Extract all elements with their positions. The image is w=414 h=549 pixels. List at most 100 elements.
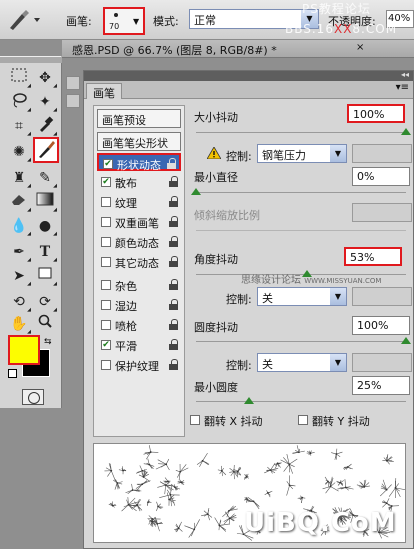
type-tool-icon[interactable]: T ◢: [33, 241, 57, 263]
min-roundness-slider[interactable]: [196, 394, 406, 404]
foreground-color-swatch[interactable]: [8, 335, 40, 365]
lock-icon[interactable]: [169, 299, 179, 310]
slider-thumb[interactable]: [401, 128, 411, 135]
list-item-scattering[interactable]: ✔ 散布: [97, 173, 181, 191]
chevron-down-icon[interactable]: ▼: [330, 288, 346, 305]
list-item-smoothing[interactable]: ✔ 平滑: [97, 336, 181, 354]
list-item-airbrush[interactable]: 喷枪: [97, 316, 181, 334]
document-tab[interactable]: 感恩.PSD @ 66.7% (图层 8, RGB/8#) * ×: [62, 40, 414, 58]
checkbox[interactable]: [101, 360, 111, 370]
checkbox[interactable]: [101, 300, 111, 310]
magic-wand-tool-icon[interactable]: ✦ ◢: [33, 91, 57, 113]
size-control-label: 控制:: [226, 150, 252, 163]
watermark-site-part-b: 8.COM: [352, 22, 398, 36]
list-item-shape-dynamics[interactable]: ✔ 形状动态: [97, 153, 181, 172]
lock-icon[interactable]: [169, 176, 179, 187]
slider-thumb[interactable]: [401, 337, 411, 344]
list-item-protect-texture[interactable]: 保护纹理: [97, 356, 181, 374]
hand-tool-icon[interactable]: ✋ ◢: [7, 313, 31, 335]
angle-jitter-input[interactable]: 53%: [344, 247, 402, 266]
brush-size-picker[interactable]: 70 ▼: [103, 7, 145, 35]
size-jitter-input[interactable]: 100%: [347, 104, 405, 123]
lock-icon[interactable]: [169, 359, 179, 370]
clone-stamp-tool-icon[interactable]: ♜ ◢: [7, 167, 31, 189]
move-tool-icon[interactable]: ✥ ◢: [33, 67, 57, 89]
healing-brush-tool-icon[interactable]: ✺ ◢: [7, 141, 31, 163]
angle-control-select[interactable]: 关 ▼: [257, 287, 347, 306]
checkbox[interactable]: [101, 197, 111, 207]
path-selection-tool-icon[interactable]: ➤ ◢: [7, 265, 31, 287]
panel-dock-icon[interactable]: [66, 94, 80, 108]
zoom-tool-icon[interactable]: [33, 313, 57, 335]
lock-icon[interactable]: [169, 196, 179, 207]
roundness-control-select[interactable]: 关 ▼: [257, 353, 347, 372]
size-control-select[interactable]: 钢笔压力 ▼: [257, 144, 347, 163]
dodge-tool-icon[interactable]: ● ◢: [33, 215, 57, 237]
3d-orbit-tool-icon[interactable]: ⟳ ◢: [33, 291, 57, 313]
brush-tool-icon[interactable]: [33, 137, 59, 163]
default-colors-icon[interactable]: [8, 369, 17, 378]
lock-icon[interactable]: [169, 319, 179, 330]
toolbox-grip[interactable]: [0, 57, 62, 63]
brush-presets-item[interactable]: 画笔预设: [97, 109, 181, 128]
panel-title-bar[interactable]: ◂◂: [84, 70, 413, 81]
panel-dock-icon[interactable]: [66, 76, 80, 90]
checkbox-checked[interactable]: ✔: [103, 159, 113, 169]
slider-thumb[interactable]: [243, 397, 254, 404]
scatter-dab: [155, 458, 170, 471]
lock-icon[interactable]: [169, 236, 179, 247]
scatter-dab: [163, 477, 171, 485]
eraser-tool-icon[interactable]: ◢: [7, 191, 31, 213]
lock-icon[interactable]: [169, 279, 179, 290]
shape-tool-icon[interactable]: ◢: [33, 265, 57, 287]
checkbox[interactable]: [101, 257, 111, 267]
lock-icon[interactable]: [169, 256, 179, 267]
list-item-dual-brush[interactable]: 双重画笔: [97, 213, 181, 231]
collapse-icon[interactable]: ◂◂: [401, 70, 409, 79]
roundness-jitter-input[interactable]: 100%: [352, 316, 410, 335]
crop-tool-icon[interactable]: ⌗ ◢: [7, 115, 31, 137]
brush-tool-preset-icon[interactable]: [6, 8, 46, 32]
lasso-tool-icon[interactable]: ◢: [7, 91, 31, 113]
list-item-other-dynamics[interactable]: 其它动态: [97, 253, 181, 271]
min-diameter-input[interactable]: 0%: [352, 167, 410, 186]
list-item-noise[interactable]: 杂色: [97, 276, 181, 294]
slider-thumb[interactable]: [191, 188, 201, 195]
3d-rotate-tool-icon[interactable]: ⟲ ◢: [7, 291, 31, 313]
menu-icon[interactable]: ▾≡: [396, 82, 409, 93]
caret-down-icon: ▼: [133, 17, 140, 26]
checkbox[interactable]: [101, 237, 111, 247]
blur-tool-icon[interactable]: 💧 ◢: [7, 215, 31, 237]
brush-tip-shape-item[interactable]: 画笔笔尖形状: [97, 132, 181, 151]
mode-label: 模式:: [153, 15, 179, 28]
checkbox[interactable]: [101, 217, 111, 227]
gradient-tool-icon[interactable]: ◢: [33, 191, 57, 213]
close-icon[interactable]: ×: [356, 42, 364, 53]
checkbox[interactable]: [101, 320, 111, 330]
checkbox[interactable]: [101, 280, 111, 290]
list-item-texture[interactable]: 纹理: [97, 193, 181, 211]
history-brush-tool-icon[interactable]: ✎ ◢: [33, 167, 57, 189]
flip-x-checkbox[interactable]: [190, 415, 200, 425]
chevron-down-icon[interactable]: ▼: [330, 145, 346, 162]
quick-mask-button[interactable]: [22, 389, 44, 405]
list-item-color-dynamics[interactable]: 颜色动态: [97, 233, 181, 251]
lock-icon[interactable]: [169, 339, 179, 350]
lock-icon[interactable]: [167, 158, 177, 169]
min-diameter-slider[interactable]: [191, 185, 406, 195]
eyedropper-tool-icon[interactable]: ◢: [33, 115, 57, 137]
size-jitter-label: 大小抖动: [194, 111, 238, 124]
size-jitter-slider[interactable]: [196, 125, 411, 135]
tab-brush[interactable]: 画笔: [86, 83, 122, 100]
list-item-wet-edges[interactable]: 湿边: [97, 296, 181, 314]
flip-y-checkbox[interactable]: [298, 415, 308, 425]
lock-icon[interactable]: [169, 216, 179, 227]
checkbox-checked[interactable]: ✔: [101, 340, 111, 350]
min-roundness-input[interactable]: 25%: [352, 376, 410, 395]
checkbox-checked[interactable]: ✔: [101, 177, 111, 187]
chevron-down-icon[interactable]: ▼: [330, 354, 346, 371]
roundness-jitter-slider[interactable]: [196, 334, 411, 344]
marquee-tool-icon[interactable]: ◢: [7, 67, 31, 89]
swap-colors-icon[interactable]: ⇆: [44, 337, 52, 347]
pen-tool-icon[interactable]: ✒ ◢: [7, 241, 31, 263]
